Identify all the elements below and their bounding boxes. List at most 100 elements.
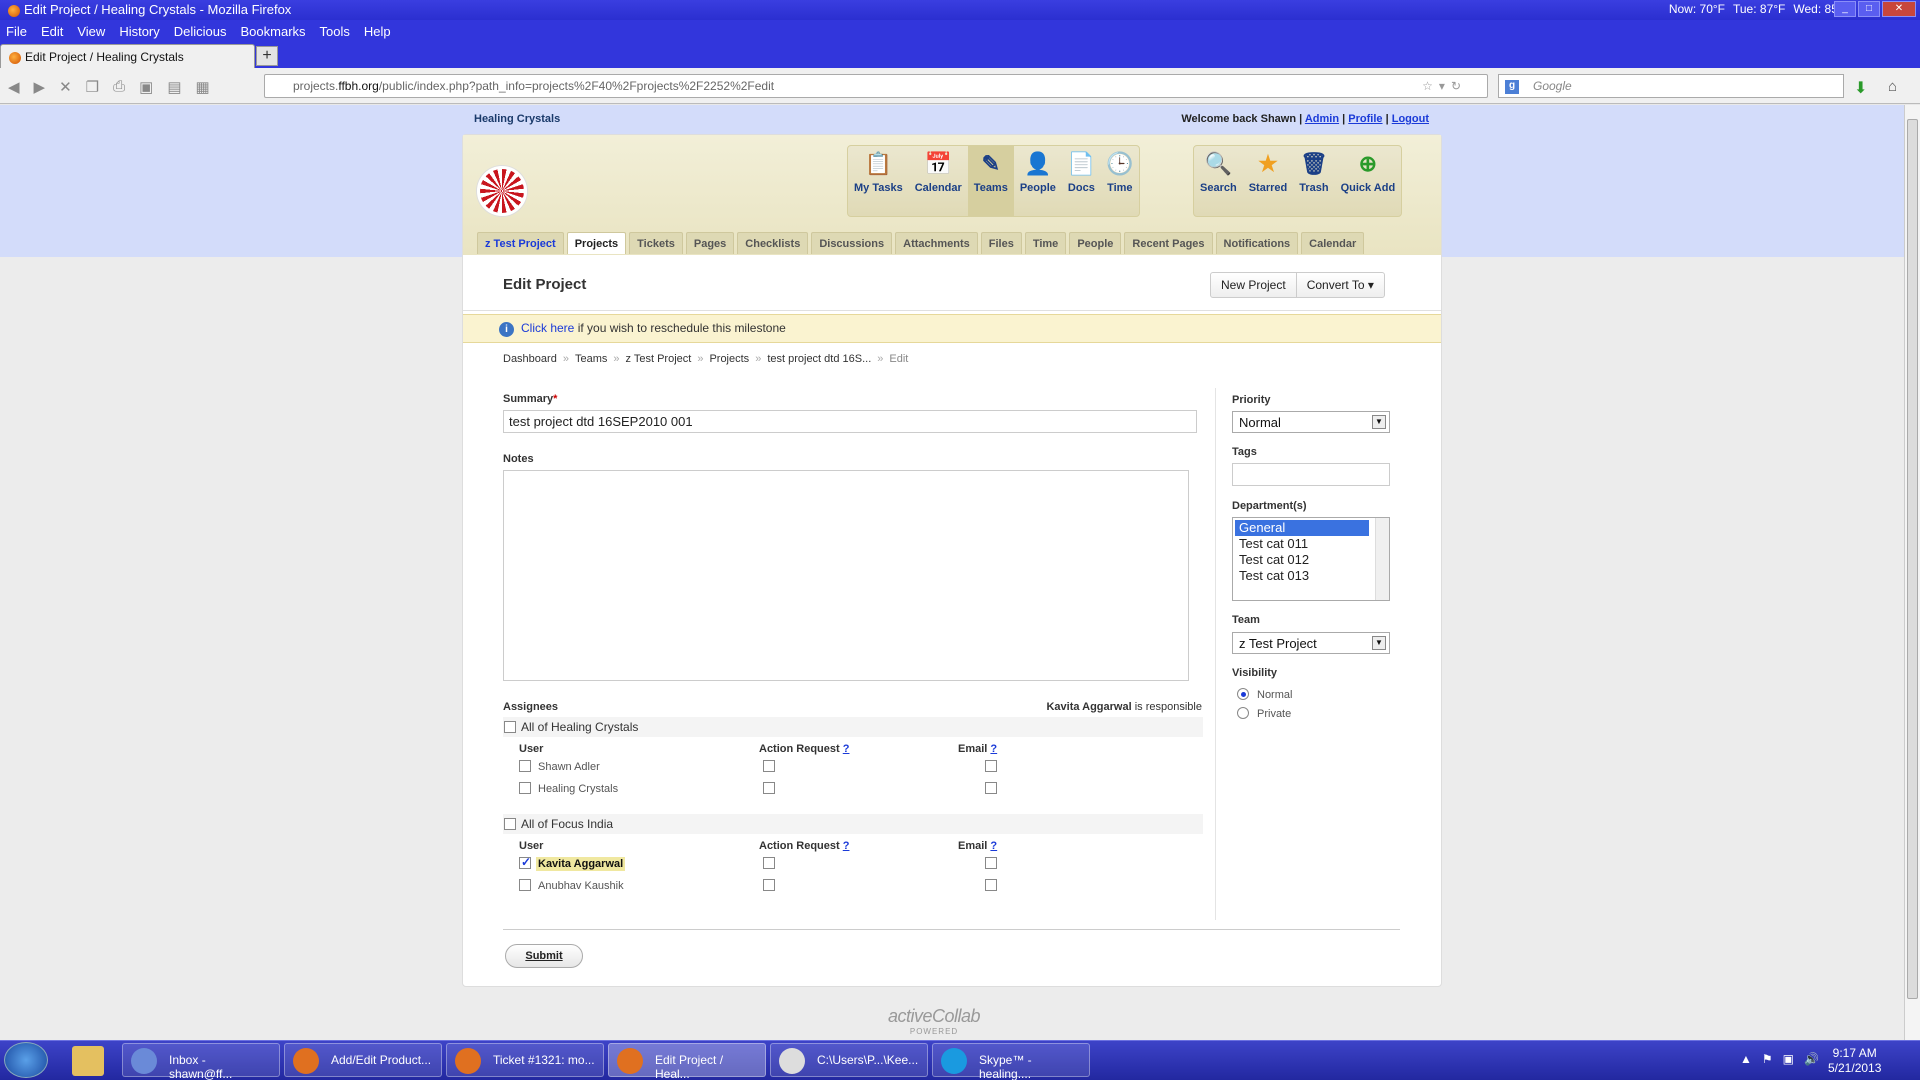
crumb-team[interactable]: z Test Project: [625, 353, 691, 365]
email-help-link[interactable]: ?: [990, 743, 997, 755]
tab-people[interactable]: People: [1069, 232, 1122, 254]
notes-textarea[interactable]: [503, 470, 1189, 681]
tags-input[interactable]: [1232, 463, 1390, 486]
user-checkbox-shawn[interactable]: [519, 760, 531, 772]
volume-icon[interactable]: 🔊: [1804, 1052, 1819, 1066]
convert-to-button[interactable]: Convert To ▾: [1295, 273, 1384, 297]
minimize-button[interactable]: _: [1834, 1, 1856, 17]
crumb-dashboard[interactable]: Dashboard: [503, 353, 557, 365]
tab-z-test-project[interactable]: z Test Project: [477, 232, 564, 254]
tab-recent-pages[interactable]: Recent Pages: [1124, 232, 1213, 254]
email-checkbox-shawn[interactable]: [985, 760, 997, 772]
tab-notifications[interactable]: Notifications: [1215, 232, 1299, 254]
home-icon[interactable]: ⌂: [1888, 78, 1897, 95]
action-checkbox-kavita[interactable]: [763, 857, 775, 869]
screenshot-icon[interactable]: ▣: [139, 78, 153, 96]
new-tab-button[interactable]: +: [256, 46, 278, 66]
print-icon[interactable]: ⎙: [113, 78, 125, 96]
tab-pages[interactable]: Pages: [685, 232, 735, 254]
bookmark-star-icon[interactable]: ☆▾↻: [1422, 79, 1467, 93]
crumb-teams[interactable]: Teams: [575, 353, 607, 365]
menu-bookmarks[interactable]: Bookmarks: [241, 24, 306, 39]
visibility-normal-radio[interactable]: [1237, 688, 1249, 700]
my-tasks-button[interactable]: 📋 My Tasks: [848, 146, 909, 216]
search-input[interactable]: g Google: [1498, 74, 1844, 98]
browser-tab[interactable]: Edit Project / Healing Crystals: [0, 44, 255, 68]
tab-attachments[interactable]: Attachments: [895, 232, 978, 254]
departments-list[interactable]: General Test cat 011 Test cat 012 Test c…: [1232, 517, 1390, 601]
starred-button[interactable]: ★ Starred: [1243, 146, 1294, 216]
menu-view[interactable]: View: [77, 24, 105, 39]
tray-arrow-icon[interactable]: ▲: [1740, 1052, 1752, 1066]
all-focus-checkbox[interactable]: [504, 818, 516, 830]
clock[interactable]: 9:17 AM 5/21/2013: [1828, 1046, 1881, 1076]
taskbar-item-keepass[interactable]: C:\Users\P...\Kee...: [770, 1043, 928, 1077]
quick-add-button[interactable]: ⊕ Quick Add: [1335, 146, 1402, 216]
tab-projects[interactable]: Projects: [566, 232, 627, 254]
tab-tickets[interactable]: Tickets: [629, 232, 683, 254]
new-project-button[interactable]: New Project: [1211, 273, 1296, 297]
download-icon[interactable]: ⬇: [1854, 78, 1867, 98]
sidebar-icon[interactable]: ▤: [167, 78, 181, 96]
all-healing-checkbox[interactable]: [504, 721, 516, 733]
powered-by-logo[interactable]: activeCollab POWERED: [888, 1006, 981, 1036]
tab-files[interactable]: Files: [980, 232, 1022, 254]
menu-history[interactable]: History: [119, 24, 159, 39]
taskbar-item-add-edit[interactable]: Add/Edit Product...: [284, 1043, 442, 1077]
action-checkbox-anubhav[interactable]: [763, 879, 775, 891]
department-option[interactable]: General: [1235, 520, 1369, 536]
action-help-link[interactable]: ?: [843, 743, 850, 755]
email-help-link[interactable]: ?: [990, 840, 997, 852]
vertical-scrollbar[interactable]: [1904, 105, 1920, 1040]
scrollbar-thumb[interactable]: [1907, 119, 1918, 999]
user-checkbox-healing[interactable]: [519, 782, 531, 794]
start-button[interactable]: [4, 1042, 48, 1078]
department-option[interactable]: Test cat 013: [1235, 568, 1369, 584]
priority-select[interactable]: Normal ▼: [1232, 411, 1390, 433]
docs-button[interactable]: 📄 Docs: [1062, 146, 1101, 216]
department-option[interactable]: Test cat 012: [1235, 552, 1369, 568]
crumb-projects[interactable]: Projects: [709, 353, 749, 365]
team-select[interactable]: z Test Project ▼: [1232, 632, 1390, 654]
company-logo[interactable]: [477, 166, 527, 216]
action-checkbox-healing[interactable]: [763, 782, 775, 794]
visibility-private-radio[interactable]: [1237, 707, 1249, 719]
action-help-link[interactable]: ?: [843, 840, 850, 852]
teams-button[interactable]: ✎ Teams: [967, 146, 1014, 216]
tab-calendar[interactable]: Calendar: [1301, 232, 1365, 254]
forward-icon[interactable]: ▶: [34, 78, 46, 96]
email-checkbox-healing[interactable]: [985, 782, 997, 794]
explorer-icon[interactable]: [72, 1046, 104, 1076]
profile-link[interactable]: Profile: [1348, 113, 1382, 125]
tab-checklists[interactable]: Checklists: [737, 232, 809, 254]
reschedule-link[interactable]: Click here: [521, 321, 574, 335]
admin-link[interactable]: Admin: [1305, 113, 1339, 125]
time-button[interactable]: 🕒 Time: [1101, 146, 1139, 216]
email-checkbox-kavita[interactable]: [985, 857, 997, 869]
action-checkbox-shawn[interactable]: [763, 760, 775, 772]
copy-icon[interactable]: ❐: [86, 78, 99, 96]
taskbar-item-skype[interactable]: Skype™ - healing....: [932, 1043, 1090, 1080]
submit-button[interactable]: Submit: [505, 944, 583, 968]
summary-input[interactable]: test project dtd 16SEP2010 001: [503, 410, 1197, 433]
calendar-button[interactable]: 📅 Calendar: [909, 146, 968, 216]
email-checkbox-anubhav[interactable]: [985, 879, 997, 891]
menu-help[interactable]: Help: [364, 24, 391, 39]
page-icon[interactable]: ▦: [196, 78, 210, 96]
people-button[interactable]: 👤 People: [1014, 146, 1062, 216]
list-scrollbar[interactable]: [1375, 518, 1389, 600]
logout-link[interactable]: Logout: [1392, 113, 1429, 125]
trash-button[interactable]: 🗑 Trash: [1293, 146, 1334, 216]
close-window-button[interactable]: ✕: [1882, 1, 1916, 17]
site-name[interactable]: Healing Crystals: [474, 113, 560, 125]
user-checkbox-kavita[interactable]: [519, 855, 531, 869]
menu-delicious[interactable]: Delicious: [174, 24, 227, 39]
search-button[interactable]: 🔍 Search: [1194, 146, 1243, 216]
department-option[interactable]: Test cat 011: [1235, 536, 1369, 552]
taskbar-item-ticket[interactable]: Ticket #1321: mo...: [446, 1043, 604, 1077]
taskbar-item-inbox[interactable]: Inbox - shawn@ff...: [122, 1043, 280, 1080]
flag-icon[interactable]: ⚑: [1762, 1052, 1773, 1066]
taskbar-item-edit-project[interactable]: Edit Project / Heal...: [608, 1043, 766, 1080]
menu-file[interactable]: File: [6, 24, 27, 39]
stop-icon[interactable]: ✕: [59, 78, 72, 96]
